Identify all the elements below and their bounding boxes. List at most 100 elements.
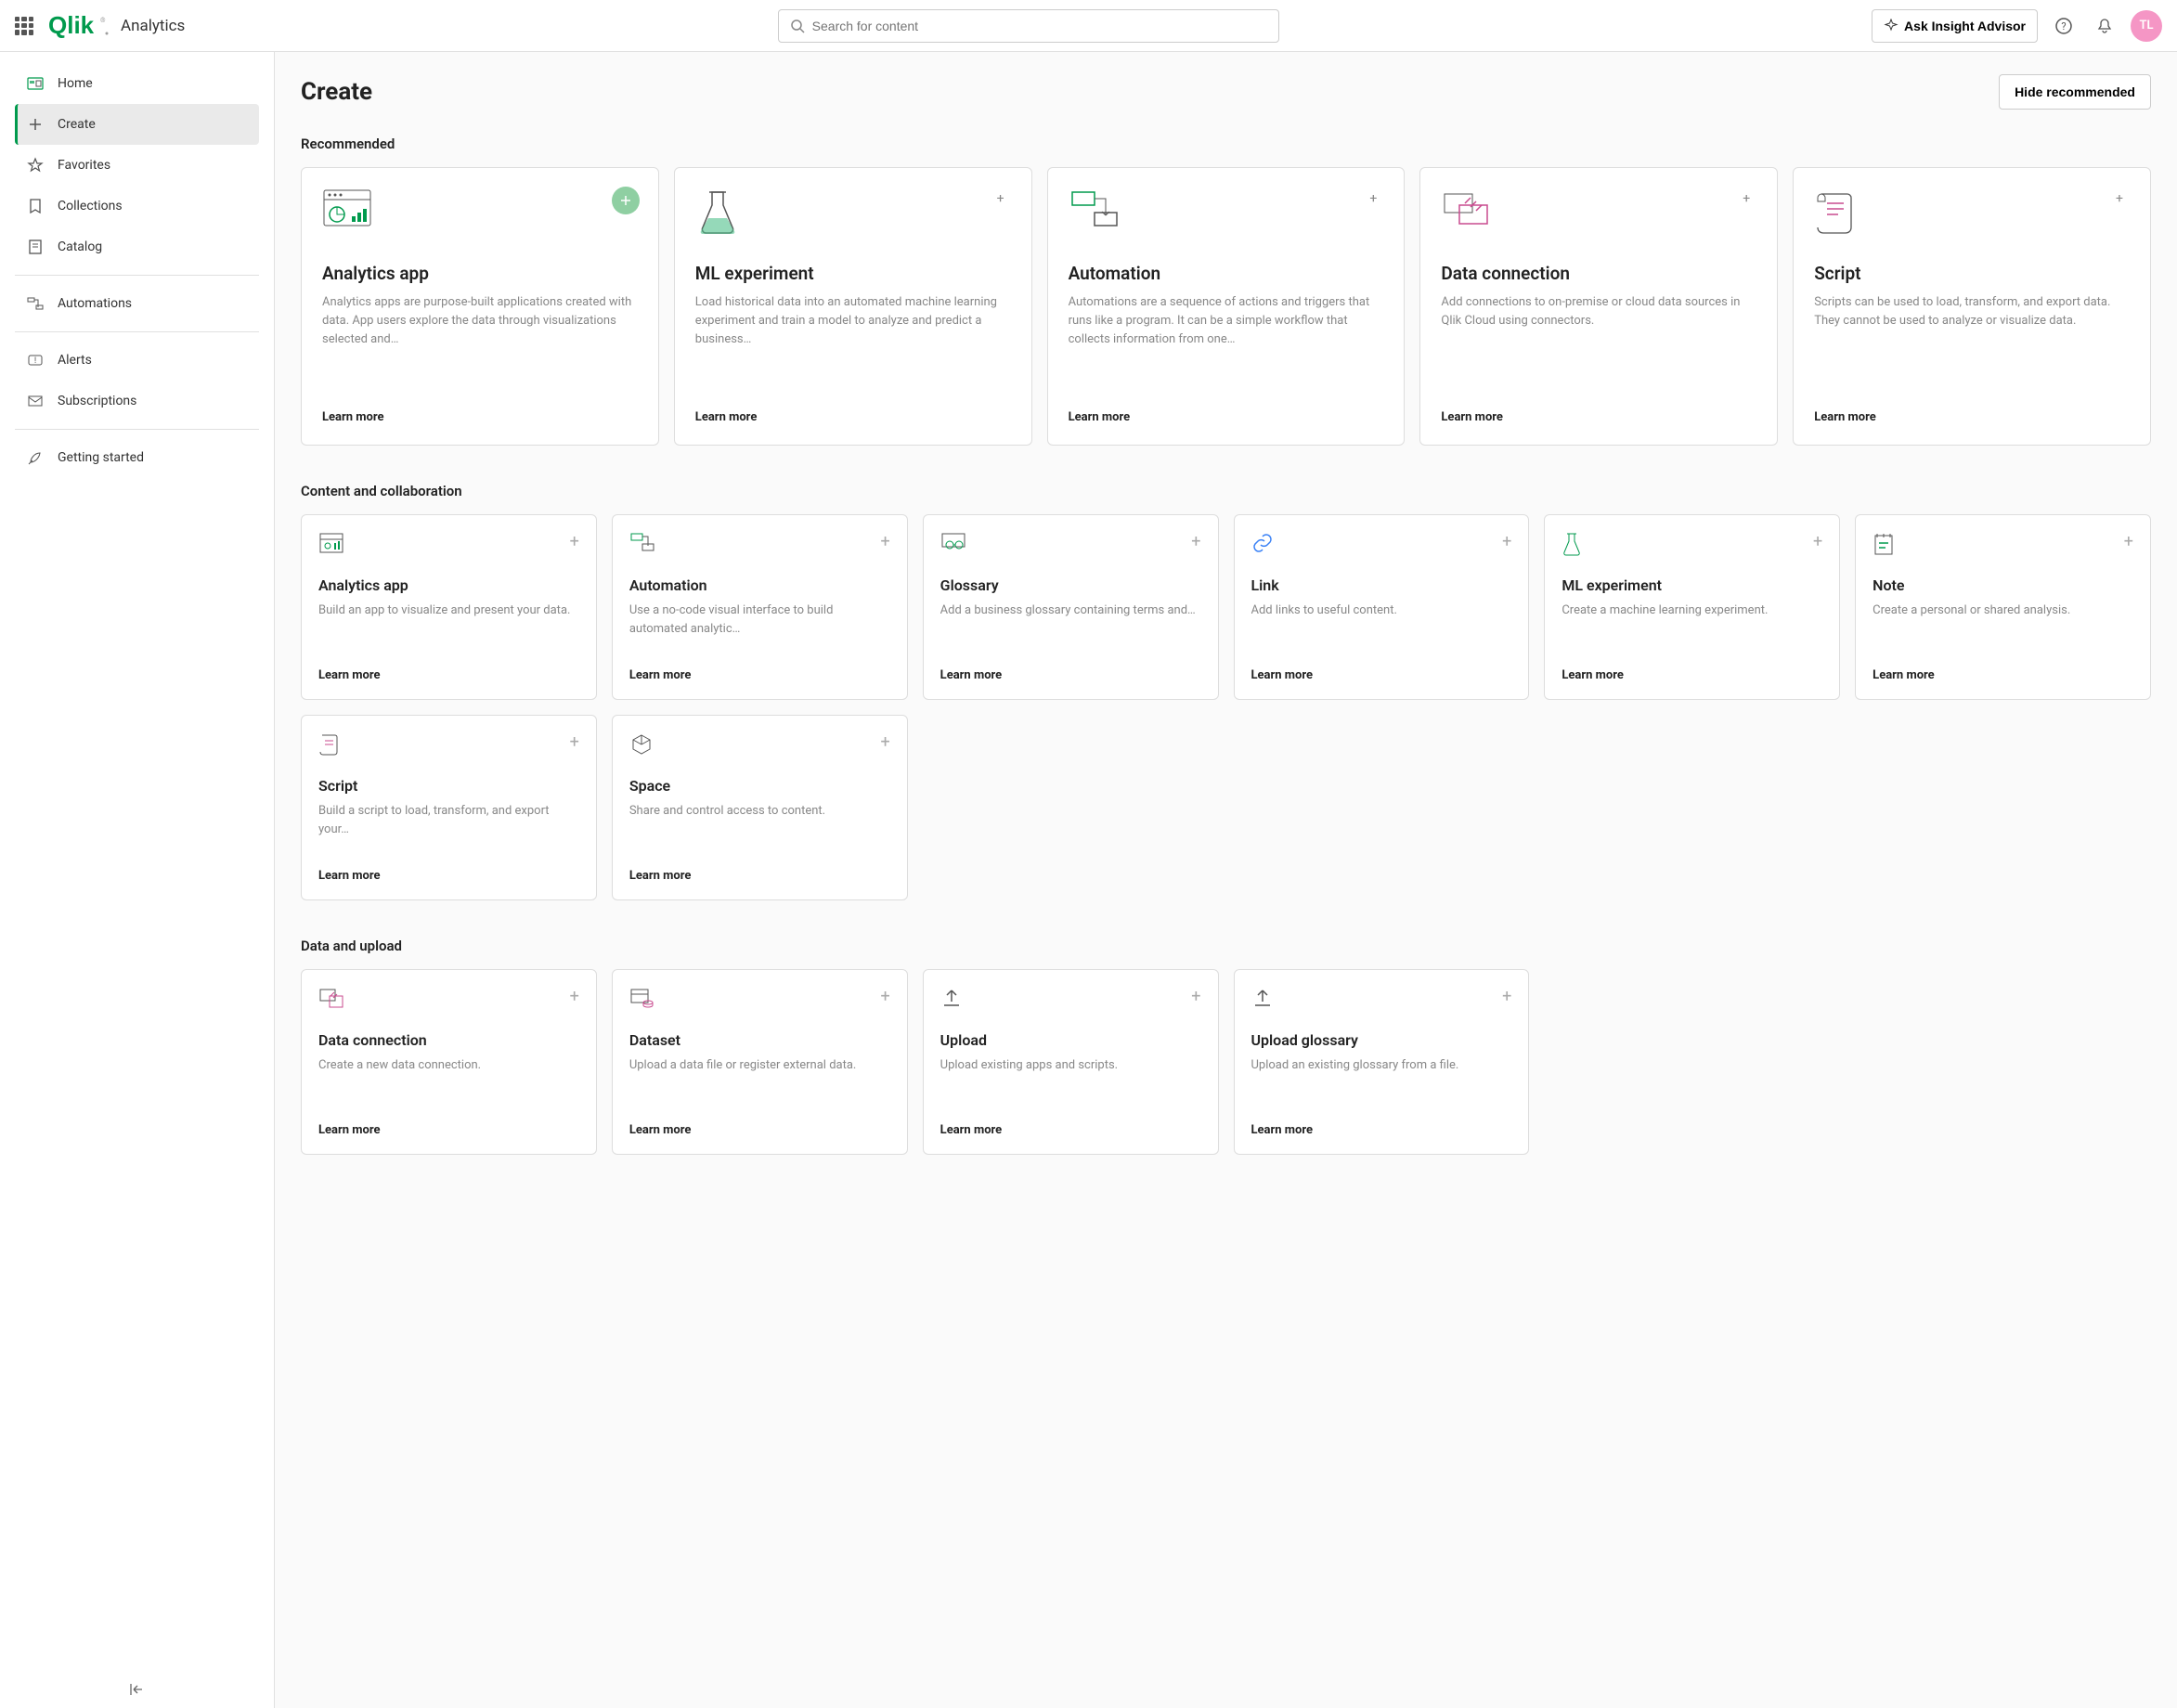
card-data-connection[interactable]: + Data connection Create a new data conn… bbox=[301, 969, 597, 1155]
card-script[interactable]: + Script Build a script to load, transfo… bbox=[301, 715, 597, 900]
section-data-title: Data and upload bbox=[301, 938, 2151, 954]
automation-icon bbox=[629, 532, 655, 558]
upload-icon bbox=[1251, 987, 1277, 1013]
card-space[interactable]: + Space Share and control access to cont… bbox=[612, 715, 908, 900]
card-desc: Upload a data file or register external … bbox=[629, 1056, 890, 1114]
card-glossary[interactable]: + Glossary Add a business glossary conta… bbox=[923, 514, 1219, 700]
add-button[interactable]: + bbox=[880, 987, 889, 1006]
sidebar-item-favorites[interactable]: Favorites bbox=[15, 145, 259, 186]
card-automation[interactable]: + Automation Use a no-code visual interf… bbox=[612, 514, 908, 700]
card-title: Link bbox=[1251, 576, 1512, 594]
add-button[interactable]: + bbox=[1813, 532, 1822, 551]
add-button[interactable]: + bbox=[880, 732, 889, 752]
card-desc: Analytics apps are purpose-built applica… bbox=[322, 293, 638, 399]
learn-more-link[interactable]: Learn more bbox=[1561, 668, 1822, 682]
sidebar-item-home[interactable]: Home bbox=[15, 63, 259, 104]
sidebar-divider bbox=[15, 429, 259, 430]
recommended-grid: Analytics app Analytics apps are purpose… bbox=[301, 167, 2151, 446]
add-button[interactable]: + bbox=[1191, 987, 1200, 1006]
card-desc: Scripts can be used to load, transform, … bbox=[1814, 293, 2130, 399]
user-avatar[interactable]: TL bbox=[2131, 10, 2162, 42]
rec-card-script[interactable]: + Script Scripts can be used to load, tr… bbox=[1793, 167, 2151, 446]
add-button[interactable]: + bbox=[1191, 532, 1200, 551]
svg-text:Qlik: Qlik bbox=[48, 13, 95, 39]
add-button[interactable]: + bbox=[989, 187, 1013, 211]
search-icon bbox=[790, 19, 805, 33]
rec-card-analytics-app[interactable]: Analytics app Analytics apps are purpose… bbox=[301, 167, 659, 446]
sidebar-label: Catalog bbox=[58, 239, 102, 254]
learn-more-link[interactable]: Learn more bbox=[1069, 410, 1384, 424]
learn-more-link[interactable]: Learn more bbox=[695, 410, 1011, 424]
sidebar-label: Getting started bbox=[58, 450, 144, 465]
search-input[interactable] bbox=[812, 19, 1267, 33]
sparkle-icon bbox=[1884, 19, 1898, 33]
collapse-sidebar-button[interactable] bbox=[129, 1682, 146, 1697]
learn-more-link[interactable]: Learn more bbox=[1251, 1123, 1512, 1137]
svg-text:?: ? bbox=[2061, 20, 2066, 32]
sidebar-item-collections[interactable]: Collections bbox=[15, 186, 259, 226]
add-button[interactable]: + bbox=[1734, 187, 1758, 211]
learn-more-link[interactable]: Learn more bbox=[629, 1123, 890, 1137]
search-box[interactable] bbox=[778, 9, 1279, 43]
learn-more-link[interactable]: Learn more bbox=[1251, 668, 1512, 682]
learn-more-link[interactable]: Learn more bbox=[1814, 410, 2130, 424]
notifications-button[interactable] bbox=[2090, 11, 2119, 41]
card-dataset[interactable]: + Dataset Upload a data file or register… bbox=[612, 969, 908, 1155]
learn-more-link[interactable]: Learn more bbox=[1441, 410, 1756, 424]
card-link[interactable]: + Link Add links to useful content. Lear… bbox=[1234, 514, 1530, 700]
learn-more-link[interactable]: Learn more bbox=[629, 869, 890, 883]
sidebar-item-getting-started[interactable]: Getting started bbox=[15, 437, 259, 478]
card-desc: Use a no-code visual interface to build … bbox=[629, 602, 890, 659]
learn-more-link[interactable]: Learn more bbox=[629, 668, 890, 682]
sidebar-item-subscriptions[interactable]: Subscriptions bbox=[15, 381, 259, 421]
learn-more-link[interactable]: Learn more bbox=[318, 668, 579, 682]
logo[interactable]: Qlik ® Analytics bbox=[48, 13, 185, 39]
mail-icon bbox=[26, 392, 45, 410]
card-title: ML experiment bbox=[695, 263, 1011, 284]
analytics-app-icon bbox=[322, 188, 374, 240]
learn-more-link[interactable]: Learn more bbox=[318, 1123, 579, 1137]
learn-more-link[interactable]: Learn more bbox=[940, 668, 1201, 682]
add-button[interactable]: + bbox=[880, 532, 889, 551]
add-button[interactable]: + bbox=[1502, 532, 1511, 551]
add-button[interactable] bbox=[612, 187, 640, 214]
add-button[interactable]: + bbox=[570, 732, 579, 752]
card-upload-glossary[interactable]: + Upload glossary Upload an existing glo… bbox=[1234, 969, 1530, 1155]
learn-more-link[interactable]: Learn more bbox=[940, 1123, 1201, 1137]
card-ml-experiment[interactable]: + ML experiment Create a machine learnin… bbox=[1544, 514, 1840, 700]
learn-more-link[interactable]: Learn more bbox=[318, 869, 579, 883]
card-note[interactable]: + Note Create a personal or shared analy… bbox=[1855, 514, 2151, 700]
ml-experiment-icon bbox=[695, 188, 747, 240]
add-button[interactable]: + bbox=[2107, 187, 2132, 211]
rec-card-ml-experiment[interactable]: + ML experiment Load historical data int… bbox=[674, 167, 1032, 446]
help-icon: ? bbox=[2054, 17, 2073, 35]
card-analytics-app[interactable]: + Analytics app Build an app to visualiz… bbox=[301, 514, 597, 700]
hide-recommended-button[interactable]: Hide recommended bbox=[1999, 74, 2151, 110]
card-title: Upload bbox=[940, 1031, 1201, 1049]
sidebar-item-alerts[interactable]: ! Alerts bbox=[15, 340, 259, 381]
card-title: Glossary bbox=[940, 576, 1201, 594]
add-button[interactable]: + bbox=[1502, 987, 1511, 1006]
card-title: Analytics app bbox=[318, 576, 579, 594]
rec-card-data-connection[interactable]: + Data connection Add connections to on-… bbox=[1419, 167, 1778, 446]
sidebar-item-create[interactable]: Create bbox=[15, 104, 259, 145]
header-right: Ask Insight Advisor ? TL bbox=[1872, 9, 2162, 43]
sidebar-divider bbox=[15, 331, 259, 332]
help-button[interactable]: ? bbox=[2049, 11, 2079, 41]
add-button[interactable]: + bbox=[2124, 532, 2133, 551]
card-upload[interactable]: + Upload Upload existing apps and script… bbox=[923, 969, 1219, 1155]
content-grid: + Analytics app Build an app to visualiz… bbox=[301, 514, 2151, 900]
rocket-icon bbox=[26, 448, 45, 467]
card-desc: Add connections to on-premise or cloud d… bbox=[1441, 293, 1756, 399]
learn-more-link[interactable]: Learn more bbox=[322, 410, 638, 424]
sidebar-item-catalog[interactable]: Catalog bbox=[15, 226, 259, 267]
add-button[interactable]: + bbox=[570, 987, 579, 1006]
card-desc: Build a script to load, transform, and e… bbox=[318, 802, 579, 860]
sidebar-item-automations[interactable]: Automations bbox=[15, 283, 259, 324]
ask-insight-button[interactable]: Ask Insight Advisor bbox=[1872, 9, 2038, 43]
add-button[interactable]: + bbox=[1361, 187, 1385, 211]
add-button[interactable]: + bbox=[570, 532, 579, 551]
app-launcher-icon[interactable] bbox=[15, 17, 33, 35]
learn-more-link[interactable]: Learn more bbox=[1872, 668, 2133, 682]
rec-card-automation[interactable]: + Automation Automations are a sequence … bbox=[1047, 167, 1406, 446]
